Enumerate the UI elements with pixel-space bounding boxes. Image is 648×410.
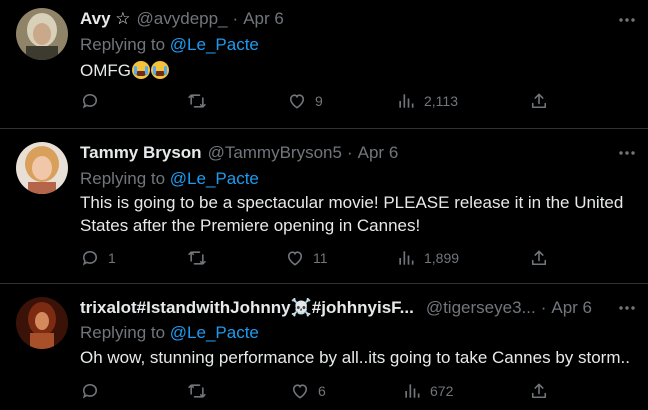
author-name[interactable]: trixalot#IstandwithJohnny☠️#johhnyisF... bbox=[80, 298, 414, 318]
mention-link[interactable]: @Le_Pacte bbox=[170, 35, 259, 54]
reply-button[interactable] bbox=[80, 381, 108, 401]
share-icon bbox=[531, 93, 547, 109]
author-handle[interactable]: @TammyBryson5 bbox=[208, 143, 342, 163]
retweet-button[interactable] bbox=[187, 248, 215, 268]
action-bar: 6 672 bbox=[0, 381, 648, 405]
like-icon bbox=[289, 94, 305, 109]
tweet-date[interactable]: Apr 6 bbox=[358, 143, 399, 163]
author-handle[interactable]: @tigerseye3... bbox=[426, 298, 536, 318]
tweet-date[interactable]: Apr 6 bbox=[243, 9, 284, 29]
like-count: 11 bbox=[313, 250, 328, 266]
like-button[interactable]: 6 bbox=[290, 381, 326, 401]
replying-to: Replying to @Le_Pacte bbox=[80, 169, 259, 189]
share-button[interactable] bbox=[529, 381, 549, 401]
crying-emoji-icon bbox=[132, 61, 150, 79]
like-button[interactable]: 11 bbox=[285, 248, 328, 268]
tweet-text: This is going to be a spectacular movie!… bbox=[80, 193, 624, 235]
retweet-icon bbox=[188, 384, 206, 398]
like-count: 6 bbox=[318, 383, 326, 399]
tweet-text: Oh wow, stunning performance by all..its… bbox=[80, 348, 630, 367]
retweet-icon bbox=[188, 94, 206, 108]
tweet-text: OMFG bbox=[80, 59, 632, 82]
share-button[interactable] bbox=[529, 91, 549, 111]
views-button[interactable]: 1,899 bbox=[396, 248, 459, 268]
like-button[interactable]: 9 bbox=[287, 91, 323, 111]
reply-icon bbox=[82, 93, 98, 109]
crying-emoji-icon bbox=[151, 61, 169, 79]
views-icon bbox=[399, 94, 414, 108]
tweet-3[interactable]: trixalot#IstandwithJohnny☠️#johhnyisF...… bbox=[0, 284, 648, 410]
tweet-2[interactable]: Tammy Bryson @TammyBryson5 · Apr 6 Reply… bbox=[0, 129, 648, 283]
retweet-icon bbox=[188, 251, 206, 265]
views-icon bbox=[405, 384, 420, 398]
reply-button[interactable]: 1 bbox=[80, 248, 116, 268]
author-handle[interactable]: @avydepp_ bbox=[137, 9, 228, 29]
views-count: 1,899 bbox=[424, 250, 460, 266]
reply-count: 1 bbox=[108, 250, 116, 266]
tweet-text-content: OMFG bbox=[80, 61, 131, 80]
avatar[interactable] bbox=[16, 297, 68, 349]
tweet-date[interactable]: Apr 6 bbox=[551, 298, 592, 318]
replying-to-label: Replying to bbox=[80, 169, 166, 188]
author-name[interactable]: Tammy Bryson bbox=[80, 143, 202, 163]
avatar[interactable] bbox=[16, 8, 68, 60]
mention-link[interactable]: @Le_Pacte bbox=[170, 169, 259, 188]
avatar[interactable] bbox=[16, 142, 68, 194]
separator-dot: · bbox=[232, 9, 239, 28]
share-icon bbox=[531, 250, 547, 266]
separator-dot: · bbox=[540, 298, 547, 317]
like-count: 9 bbox=[315, 93, 323, 109]
share-button[interactable] bbox=[529, 248, 549, 268]
mention-link[interactable]: @Le_Pacte bbox=[170, 323, 259, 342]
views-icon bbox=[399, 251, 414, 265]
reply-icon bbox=[82, 383, 98, 399]
views-button[interactable]: 2,113 bbox=[396, 91, 458, 111]
views-count: 672 bbox=[430, 383, 454, 399]
views-count: 2,113 bbox=[424, 93, 458, 109]
replying-to: Replying to @Le_Pacte bbox=[80, 35, 259, 55]
separator-dot: · bbox=[346, 143, 353, 162]
replying-to-label: Replying to bbox=[80, 323, 166, 342]
more-icon[interactable] bbox=[618, 11, 636, 29]
retweet-button[interactable] bbox=[187, 381, 215, 401]
replying-to: Replying to @Le_Pacte bbox=[80, 323, 259, 343]
tweet-1[interactable]: Avy ☆ @avydepp_ · Apr 6 Replying to @Le_… bbox=[0, 0, 648, 128]
author-name[interactable]: Avy ☆ bbox=[80, 9, 131, 29]
reply-icon bbox=[82, 250, 98, 266]
like-icon bbox=[292, 384, 308, 399]
share-icon bbox=[531, 383, 547, 399]
action-bar: 9 2,113 bbox=[0, 91, 648, 115]
retweet-button[interactable] bbox=[187, 91, 215, 111]
more-icon[interactable] bbox=[618, 299, 636, 317]
views-button[interactable]: 672 bbox=[402, 381, 453, 401]
action-bar: 1 11 1,899 bbox=[0, 248, 648, 272]
replying-to-label: Replying to bbox=[80, 35, 166, 54]
reply-button[interactable] bbox=[80, 91, 108, 111]
like-icon bbox=[287, 251, 303, 266]
more-icon[interactable] bbox=[618, 144, 636, 162]
